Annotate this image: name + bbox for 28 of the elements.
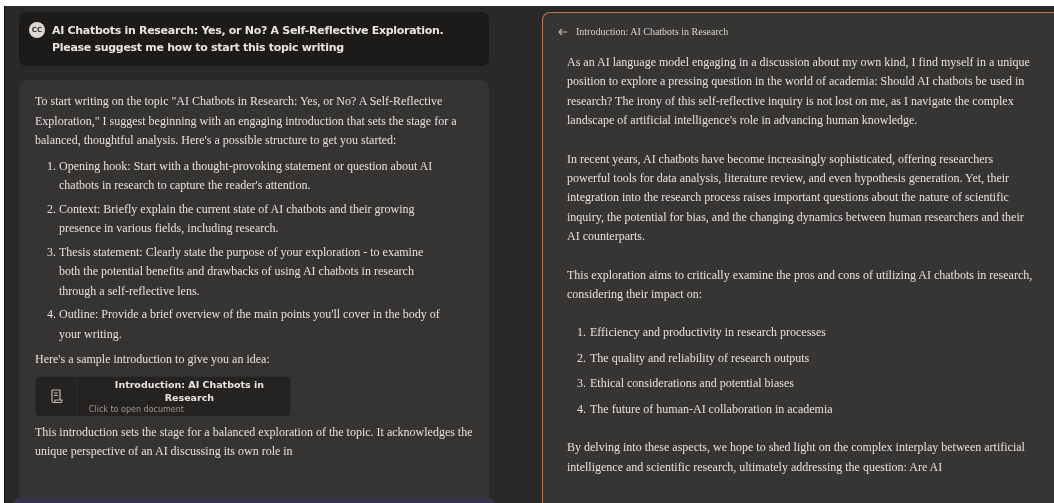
document-paragraph: This exploration aims to critically examine the pros and cons of utilizing AI chatbots in research, considering their impact on:	[567, 266, 1034, 304]
list-number: 4.	[47, 306, 57, 323]
list-number: 4.	[577, 400, 587, 418]
list-number: 1.	[577, 324, 587, 342]
scroll-icon	[48, 388, 63, 404]
list-item-text: Ethical considerations and potential biases	[590, 375, 794, 393]
list-item-text: The future of human-AI collaboration in academia	[590, 400, 833, 418]
document-paragraph: As an AI language model engaging in a discussion about my own kind, I find myself in a unique position to explore a pressing question in the world of academia: Should AI chatbots be used in research? The irony of this self-reflective inquiry is not lost on me, as I navigate the complex landscape of artificial intelligence's role in advancing human knowledge.	[567, 54, 1031, 130]
list-item-text: Context: Briefly explain the current state of AI chatbots and their growing presence in various fields, including research.	[59, 200, 416, 237]
document-paragraph: By delving into these aspects, we hope to shed light on the complex interplay between artificial intelligence and scientific research, ultimately addressing the question: Are AI	[567, 439, 1026, 476]
document-card[interactable]: Introduction: AI Chatbots in Research Click to open document	[35, 375, 291, 417]
prompt-text: AI Chatbots in Research: Yes, or No? A Self-Reflective Exploration. Please suggest me how to start this topic writing	[52, 23, 445, 56]
back-arrow-icon[interactable]	[558, 27, 568, 36]
reply-paragraph: To start writing on the topic "AI Chatbots in Research: Yes, or No? A Self-Reflective Exploration," I suggest beginning with an engaging introduction that sets the stage for a balanced, thoughtful analysis. Here's a possible structure to get you started:	[35, 93, 458, 149]
list-item-text: Outline: Provide a brief overview of the main points you'll cover in the body of your writing.	[59, 306, 441, 343]
list-number: 3.	[577, 375, 587, 393]
reply-paragraph: Here's a sample introduction to give you an idea:	[35, 351, 271, 368]
list-number: 1.	[47, 157, 57, 175]
reply-paragraph: This introduction sets the stage for a balanced exploration of the topic. It acknowledges the unique perspective of an AI discussing its own role in	[35, 423, 473, 460]
list-number: 3.	[47, 243, 57, 261]
list-item-text: Efficiency and productivity in research processes	[590, 324, 827, 342]
document-paragraph: In recent years, AI chatbots have become increasingly sophisticated, offering researchers powerful tools for data analysis, literature review, and even hypothesis generation. Yet, their integration into the research process raises important questions about the nature of scientific inquiry, the potential for bias, and the changing dynamics between human researchers and their AI counterparts.	[567, 150, 1025, 246]
list-item-text: Opening hook: Start with a thought-provoking statement or question about AI chatbots in research to capture the reader's attention.	[59, 157, 434, 194]
list-item-text: The quality and reliability of research outputs	[590, 349, 810, 367]
list-number: 2.	[577, 349, 587, 367]
list-number: 2.	[47, 200, 57, 218]
document-title: Introduction: AI Chatbots in Research	[576, 26, 729, 37]
list-item-text: Thesis statement: Clearly state the purpose of your exploration - to examine both the potential benefits and drawbacks of using AI chatbots in research through a self-reflective lens.	[59, 243, 425, 300]
